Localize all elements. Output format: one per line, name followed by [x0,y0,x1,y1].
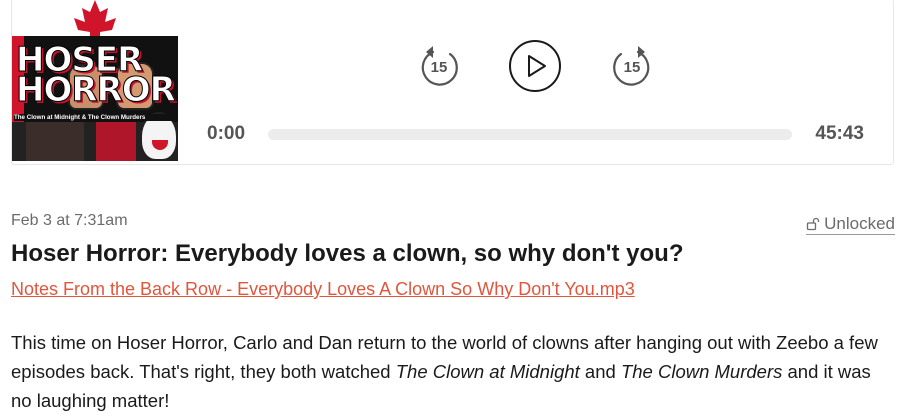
forward-15-icon: 15 [613,46,650,86]
play-button[interactable] [508,39,562,93]
audio-file-link[interactable]: Notes From the Back Row - Everybody Love… [11,279,635,300]
podcast-artwork: HOSER HORROR The Clown at Midnight & The… [12,0,178,161]
unlocked-label: Unlocked [824,214,895,233]
play-icon [509,40,561,92]
unlock-icon [806,217,820,231]
unlocked-badge: Unlocked [806,214,895,235]
duration: 45:43 [815,123,864,144]
post-title: Hoser Horror: Everybody loves a clown, s… [11,240,684,267]
audio-player: HOSER HORROR The Clown at Midnight & The… [11,0,894,165]
progress-bar[interactable] [268,129,792,140]
artwork-caption: The Clown at Midnight & The Clown Murder… [14,114,178,121]
current-time: 0:00 [207,123,246,144]
artwork-logo-line2: HORROR [16,70,177,111]
post-date: Feb 3 at 7:31am [11,212,128,229]
skip-back-15-button[interactable]: 15 [416,43,462,89]
rewind-15-icon: 15 [421,46,458,86]
film-title: The Clown at Midnight [395,361,580,382]
skip-forward-label: 15 [624,59,641,76]
description-text: and [579,361,621,382]
post-description: This time on Hoser Horror, Carlo and Dan… [11,328,896,415]
skip-back-label: 15 [431,59,448,76]
skip-forward-15-button[interactable]: 15 [609,43,655,89]
film-title: The Clown Murders [620,361,783,382]
